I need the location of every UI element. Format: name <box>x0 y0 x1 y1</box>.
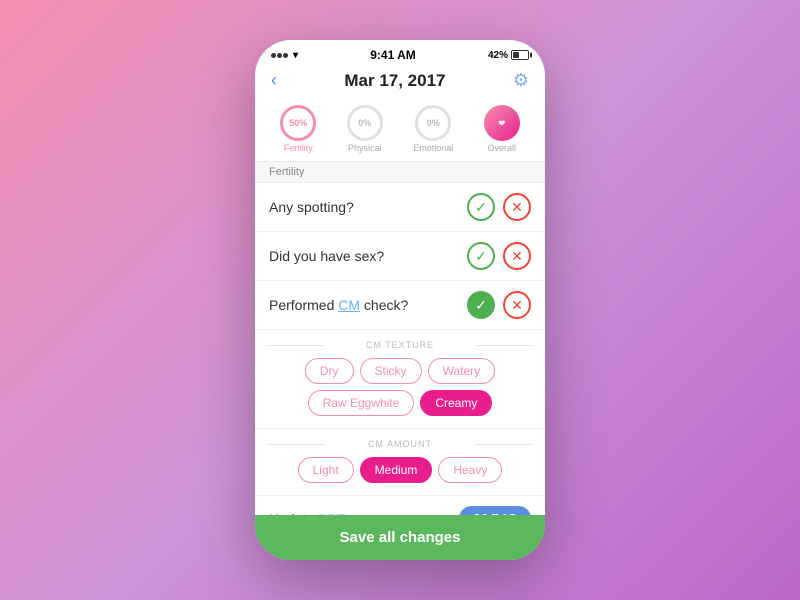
overall-circle: ❤ <box>484 105 520 141</box>
gear-icon[interactable]: ⚙ <box>513 70 529 91</box>
status-right: 42% <box>488 50 529 61</box>
question-sex: Did you have sex? ✓ ✕ <box>255 232 545 281</box>
cm-amount-title: CM AMOUNT <box>269 439 531 449</box>
chip-watery[interactable]: Watery <box>428 358 496 384</box>
cm-texture-chips-2: Raw Eggwhite Creamy <box>269 390 531 416</box>
overall-value: ❤ <box>498 119 505 128</box>
question-cm: Performed CM check? ✓ ✕ <box>255 281 545 330</box>
bbt-row: Update BBT 36.7 °C <box>255 496 545 515</box>
spotting-x-button[interactable]: ✕ <box>503 193 531 221</box>
stat-overall[interactable]: ❤ Overall <box>484 105 520 153</box>
status-time: 9:41 AM <box>370 48 416 62</box>
overall-label: Overall <box>487 143 516 153</box>
chip-medium[interactable]: Medium <box>360 457 433 483</box>
bbt-value[interactable]: 36.7 °C <box>459 506 531 515</box>
cm-texture-section: CM TEXTURE Dry Sticky Watery Raw Eggwhit… <box>255 330 545 429</box>
physical-circle: 0% <box>347 105 383 141</box>
chip-dry[interactable]: Dry <box>305 358 354 384</box>
chip-light[interactable]: Light <box>298 457 354 483</box>
spotting-actions: ✓ ✕ <box>467 193 531 221</box>
physical-label: Physical <box>348 143 382 153</box>
save-all-changes-button[interactable]: Save all changes <box>255 515 545 560</box>
signal-dots <box>271 49 289 61</box>
sex-x-button[interactable]: ✕ <box>503 242 531 270</box>
nav-header: ‹ Mar 17, 2017 ⚙ <box>255 66 545 99</box>
stat-physical[interactable]: 0% Physical <box>347 105 383 153</box>
cm-check-button[interactable]: ✓ <box>467 291 495 319</box>
cm-actions: ✓ ✕ <box>467 291 531 319</box>
question-spotting: Any spotting? ✓ ✕ <box>255 183 545 232</box>
cm-amount-section: CM AMOUNT Light Medium Heavy <box>255 429 545 496</box>
fertility-circle: 50% <box>280 105 316 141</box>
emotional-circle: 0% <box>415 105 451 141</box>
battery-percent: 42% <box>488 50 508 61</box>
content-area: Any spotting? ✓ ✕ Did you have sex? ✓ ✕ … <box>255 183 545 560</box>
cm-texture-title: CM TEXTURE <box>269 340 531 350</box>
spotting-check-button[interactable]: ✓ <box>467 193 495 221</box>
chip-creamy[interactable]: Creamy <box>420 390 492 416</box>
scroll-area: Any spotting? ✓ ✕ Did you have sex? ✓ ✕ … <box>255 183 545 515</box>
cm-amount-chips: Light Medium Heavy <box>269 457 531 483</box>
sex-text: Did you have sex? <box>269 248 384 264</box>
cm-x-button[interactable]: ✕ <box>503 291 531 319</box>
wifi-icon: ▾ <box>293 50 298 61</box>
stat-fertility[interactable]: 50% Fertility <box>280 105 316 153</box>
spotting-text: Any spotting? <box>269 199 354 215</box>
stat-emotional[interactable]: 0% Emotional <box>413 105 453 153</box>
battery-icon <box>511 50 529 60</box>
sex-check-button[interactable]: ✓ <box>467 242 495 270</box>
sex-actions: ✓ ✕ <box>467 242 531 270</box>
fertility-label: Fertility <box>284 143 313 153</box>
chip-raw-eggwhite[interactable]: Raw Eggwhite <box>308 390 415 416</box>
page-title: Mar 17, 2017 <box>344 71 445 91</box>
physical-value: 0% <box>358 118 371 128</box>
back-button[interactable]: ‹ <box>271 70 277 91</box>
cm-link[interactable]: CM <box>338 297 360 313</box>
phone-frame: ▾ 9:41 AM 42% ‹ Mar 17, 2017 ⚙ 50% Ferti… <box>255 40 545 560</box>
chip-heavy[interactable]: Heavy <box>438 457 502 483</box>
cm-texture-chips: Dry Sticky Watery <box>269 358 531 384</box>
emotional-label: Emotional <box>413 143 453 153</box>
status-bar: ▾ 9:41 AM 42% <box>255 40 545 66</box>
stats-row: 50% Fertility 0% Physical 0% Emotional ❤… <box>255 99 545 162</box>
chip-sticky[interactable]: Sticky <box>360 358 422 384</box>
battery-fill <box>513 52 519 58</box>
emotional-value: 0% <box>427 118 440 128</box>
cm-text: Performed CM check? <box>269 297 408 313</box>
status-left: ▾ <box>271 49 298 61</box>
section-label: Fertility <box>255 162 545 183</box>
fertility-value: 50% <box>289 118 307 128</box>
